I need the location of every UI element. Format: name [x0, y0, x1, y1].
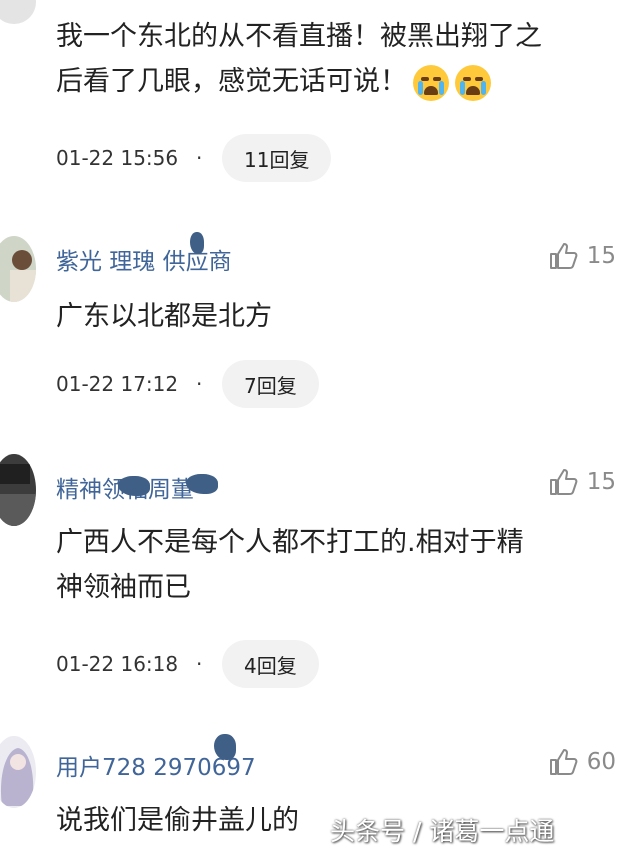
thumbs-up-icon — [549, 469, 578, 495]
comment-time: 01-22 16:18 — [56, 652, 179, 676]
crying-face-icon — [455, 64, 491, 101]
like-button[interactable]: 60 — [547, 746, 616, 778]
reply-count-button[interactable]: 7回复 — [222, 360, 319, 408]
avatar[interactable] — [0, 736, 36, 808]
avatar[interactable] — [0, 0, 36, 24]
comment-text: 说我们是偷井盖儿的 — [56, 805, 299, 836]
crying-face-icon — [413, 64, 449, 101]
comment-time: 01-22 15:56 — [56, 146, 179, 170]
thumbs-up-icon — [549, 243, 578, 269]
like-button[interactable]: 15 — [547, 466, 616, 498]
separator-dot: · — [196, 372, 203, 396]
like-count: 15 — [586, 243, 616, 269]
comment-text: 广东以北都是北方 — [56, 301, 272, 332]
reply-count-button[interactable]: 11回复 — [222, 134, 332, 182]
redaction-mark — [214, 734, 236, 760]
comment-text: 我一个东北的从不看直播！被黑出翔了之 后看了几眼，感觉无话可说！ — [56, 14, 542, 104]
reply-count-button[interactable]: 4回复 — [222, 640, 319, 688]
like-count: 60 — [586, 749, 616, 775]
separator-dot: · — [196, 652, 203, 676]
comment-time: 01-22 17:12 — [56, 372, 179, 396]
comment-text: 广西人不是每个人都不打工的.相对于精 神领袖而已 — [56, 527, 524, 603]
username[interactable]: 紫光 理瑰 供应商 — [56, 242, 232, 276]
thumbs-up-icon — [549, 749, 578, 775]
like-count: 15 — [586, 469, 616, 495]
separator-dot: · — [196, 146, 203, 170]
watermark: 头条号 / 诸葛一点通 — [330, 817, 555, 846]
redaction-mark — [190, 232, 204, 254]
avatar[interactable] — [0, 236, 36, 302]
avatar[interactable] — [0, 454, 36, 526]
redaction-mark — [186, 474, 218, 494]
redaction-mark — [118, 476, 150, 496]
like-button[interactable]: 15 — [547, 240, 616, 272]
